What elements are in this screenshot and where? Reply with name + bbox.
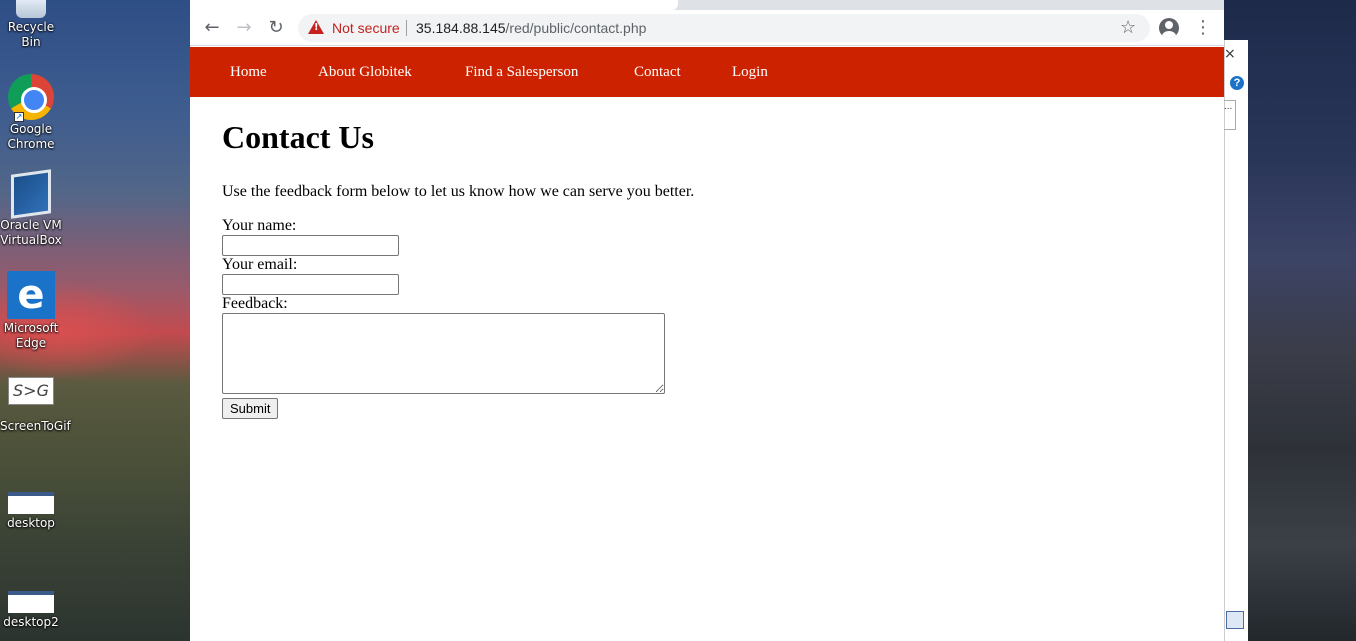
desktop-icon-google-chrome[interactable]: ↗ Google Chrome xyxy=(0,74,62,152)
nav-link-login[interactable]: Login xyxy=(732,64,768,81)
desktop-icon-virtualbox[interactable]: Oracle VM VirtualBox xyxy=(0,169,62,248)
background-window-field[interactable]: ... xyxy=(1224,100,1236,130)
recycle-bin-icon xyxy=(16,0,46,18)
desktop-icon-label: desktop xyxy=(7,516,55,530)
virtualbox-icon xyxy=(11,169,51,219)
url-host: 35.184.88.145 xyxy=(416,20,506,36)
security-status[interactable]: Not secure xyxy=(332,20,400,36)
address-bar[interactable]: Not secure 35.184.88.145/red/public/cont… xyxy=(298,14,1150,42)
url-text[interactable]: 35.184.88.145/red/public/contact.php xyxy=(416,20,646,36)
nav-link-about[interactable]: About Globitek xyxy=(318,64,412,81)
submit-button[interactable]: Submit xyxy=(222,398,279,419)
window-thumbnail-icon[interactable] xyxy=(1226,611,1244,629)
intro-text: Use the feedback form below to let us kn… xyxy=(222,183,695,200)
page-content: Contact Us Use the feedback form below t… xyxy=(222,97,1202,419)
feedback-textarea[interactable] xyxy=(222,313,665,394)
account-icon[interactable] xyxy=(1159,18,1179,38)
nav-link-find-salesperson[interactable]: Find a Salesperson xyxy=(465,64,578,81)
desktop-icon-label: Google Chrome xyxy=(7,122,55,151)
menu-icon[interactable]: ⋮ xyxy=(1194,17,1212,39)
desktop-icon-desktop2[interactable]: desktop2 xyxy=(0,591,62,630)
email-field[interactable] xyxy=(222,274,399,295)
page-title: Contact Us xyxy=(222,119,374,155)
desktop-icon-microsoft-edge[interactable]: e Microsoft Edge xyxy=(0,271,62,351)
feedback-label: Feedback: xyxy=(222,295,288,312)
desktop-icon-label: desktop2 xyxy=(3,615,59,629)
bookmark-star-icon[interactable]: ☆ xyxy=(1120,17,1136,38)
nav-link-home[interactable]: Home xyxy=(230,64,267,81)
chrome-icon: ↗ xyxy=(8,74,54,122)
tab-strip xyxy=(190,0,1224,10)
forward-button[interactable]: → xyxy=(232,16,256,40)
desktop-icon-label: Oracle VM VirtualBox xyxy=(0,218,62,247)
email-label: Your email: xyxy=(222,256,298,273)
address-separator xyxy=(406,20,407,36)
screentogif-icon: S>G xyxy=(8,377,54,405)
image-file-icon xyxy=(8,492,54,514)
site-navigation: Home About Globitek Find a Salesperson C… xyxy=(190,47,1224,97)
desktop-icon-label: Microsoft Edge xyxy=(3,321,59,350)
shortcut-arrow-icon: ↗ xyxy=(14,112,24,122)
image-file-icon xyxy=(8,591,54,613)
nav-link-contact[interactable]: Contact xyxy=(634,64,681,81)
tab-active[interactable] xyxy=(190,0,678,10)
name-label: Your name: xyxy=(222,217,297,234)
browser-toolbar: ← → ↻ Not secure 35.184.88.145/red/publi… xyxy=(190,10,1224,46)
desktop-icon-screentogif[interactable]: S>G ScreenToGif xyxy=(0,377,71,434)
reload-button[interactable]: ↻ xyxy=(264,16,288,40)
feedback-form: Your name: Your email: Feedback: Submit xyxy=(222,217,1202,419)
help-icon[interactable]: ? xyxy=(1230,76,1244,90)
name-field[interactable] xyxy=(222,235,399,256)
warning-icon[interactable] xyxy=(308,20,324,34)
desktop-icon-recycle-bin[interactable]: Recycle Bin xyxy=(0,0,62,50)
browser-window: ← → ↻ Not secure 35.184.88.145/red/publi… xyxy=(190,0,1224,641)
edge-icon: e xyxy=(7,271,55,319)
url-path: /red/public/contact.php xyxy=(505,20,647,36)
background-window[interactable] xyxy=(1224,40,1248,641)
desktop-icon-label: ScreenToGif xyxy=(0,419,71,433)
back-button[interactable]: ← xyxy=(200,16,224,40)
desktop-icon-label: Recycle Bin xyxy=(7,20,55,49)
desktop-icon-desktop[interactable]: desktop xyxy=(0,492,62,531)
close-icon[interactable]: × xyxy=(1224,46,1236,62)
